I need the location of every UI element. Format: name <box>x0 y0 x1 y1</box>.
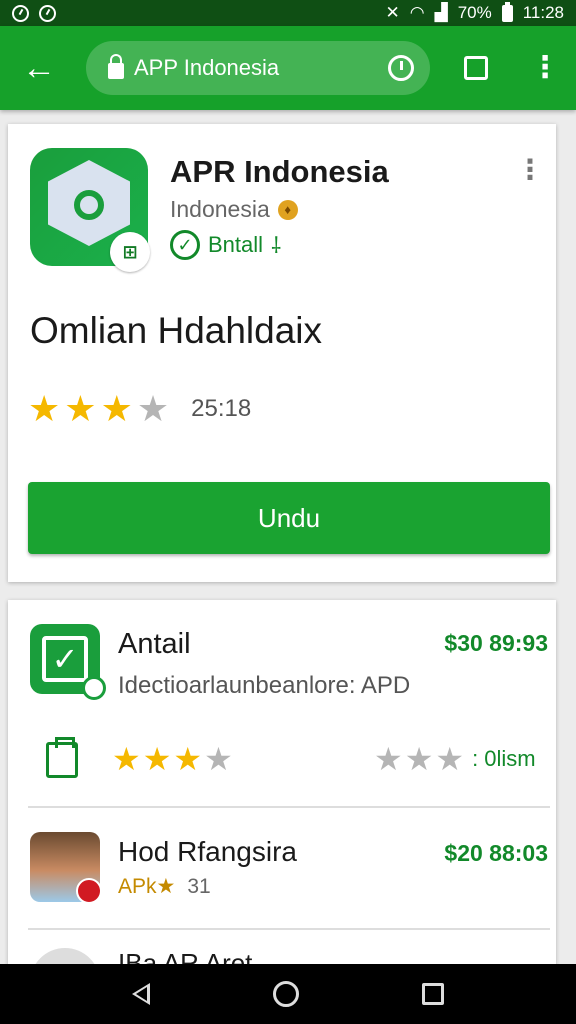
notification-icon <box>39 4 56 22</box>
verified-badge-icon: ♦ <box>277 199 298 220</box>
star-filled-icon: ★ <box>173 741 203 777</box>
list-item-title: Hod Rfangsira <box>118 836 297 867</box>
rating-row: ★ ★ ★ ★ 25:18 <box>28 388 251 430</box>
list-item-title: Antail <box>118 628 191 660</box>
back-arrow-icon[interactable]: ← <box>14 43 64 93</box>
list-item-price: $30 89:93 <box>444 630 548 656</box>
lock-icon <box>108 54 124 79</box>
status-bar: ✕ ◠ ▟ 70% 11:28 <box>0 0 576 26</box>
list-item-meta: : 0lism <box>472 746 536 771</box>
app-title: APR Indonesia <box>170 154 389 189</box>
more-options-icon[interactable]: ⋮ <box>516 156 544 184</box>
install-badge-icon: ⊞ <box>110 232 150 272</box>
download-button[interactable]: Undu <box>28 482 550 554</box>
review-count: 25:18 <box>191 395 252 422</box>
tabs-icon[interactable] <box>464 56 488 80</box>
system-nav-bar <box>0 964 576 1024</box>
url-text: APP Indonesia <box>134 55 280 80</box>
logo-ring-icon <box>74 190 104 220</box>
star-filled-icon: ★ <box>28 388 61 429</box>
overflow-menu-icon[interactable]: ⋮ <box>530 53 560 83</box>
star-filled-icon: ★ <box>64 388 97 429</box>
divider <box>28 928 550 930</box>
url-bar[interactable]: APP Indonesia <box>86 41 430 95</box>
list-item-tag: APk★ <box>118 875 176 898</box>
battery-level: 70% <box>457 3 492 22</box>
install-status: ✓ Bntall ⸸ <box>170 230 281 260</box>
notification-dot-icon <box>76 878 102 904</box>
browser-toolbar: ← APP Indonesia ⋮ <box>0 26 576 110</box>
clipboard-icon[interactable] <box>46 737 78 778</box>
star-empty-icon: ★ <box>404 741 434 777</box>
rating-stars: ★ ★ ★ ★ <box>112 740 233 778</box>
nav-home-icon[interactable] <box>272 981 299 1007</box>
list-item-description: Idectioarlaunbeanlore: APD <box>118 672 411 699</box>
install-status-label: Bntall <box>208 232 264 257</box>
app-card: ⊞ APR Indonesia Indonesia ♦ ✓ Bntall ⸸ ⋮… <box>8 124 556 582</box>
star-filled-icon: ★ <box>100 388 133 429</box>
history-icon[interactable] <box>388 55 414 81</box>
developer-row[interactable]: Indonesia ♦ <box>170 196 298 223</box>
signal-icon: ▟ <box>434 3 448 22</box>
clock-time: 11:28 <box>522 3 564 22</box>
nav-back-icon[interactable] <box>131 983 150 1005</box>
star-empty-icon: ★ <box>374 741 403 777</box>
star-empty-icon: ★ <box>136 388 170 429</box>
avatar <box>30 832 102 904</box>
status-dot-icon <box>82 676 106 700</box>
sync-icon <box>12 4 29 22</box>
install-mark: ⸸ <box>271 233 282 258</box>
list-item-subtitle: APk★ 31 <box>118 874 211 899</box>
battery-icon <box>501 1 513 22</box>
secondary-rating: ★ ★ ★ : 0lism <box>374 740 536 778</box>
developer-name: Indonesia <box>170 196 270 222</box>
divider <box>28 806 550 808</box>
wifi-icon: ◠ <box>409 3 425 22</box>
list-item-price: $20 88:03 <box>444 840 548 866</box>
app-heading: Omlian Hdahldaix <box>30 310 323 351</box>
app-icon: ✓ <box>30 624 106 700</box>
check-box-icon: ✓ <box>42 636 88 682</box>
star-empty-icon: ★ <box>435 741 465 777</box>
app-icon: ⊞ <box>30 148 150 272</box>
related-apps-card: ✓ Antail $30 89:93 Idectioarlaunbeanlore… <box>8 600 556 988</box>
nav-recents-icon[interactable] <box>422 983 445 1005</box>
star-empty-icon: ★ <box>204 741 233 777</box>
star-filled-icon: ★ <box>142 741 172 777</box>
mute-icon: ✕ <box>385 3 400 22</box>
list-item-number: 31 <box>187 875 211 898</box>
star-filled-icon: ★ <box>112 741 141 777</box>
check-circle-icon: ✓ <box>170 230 200 260</box>
